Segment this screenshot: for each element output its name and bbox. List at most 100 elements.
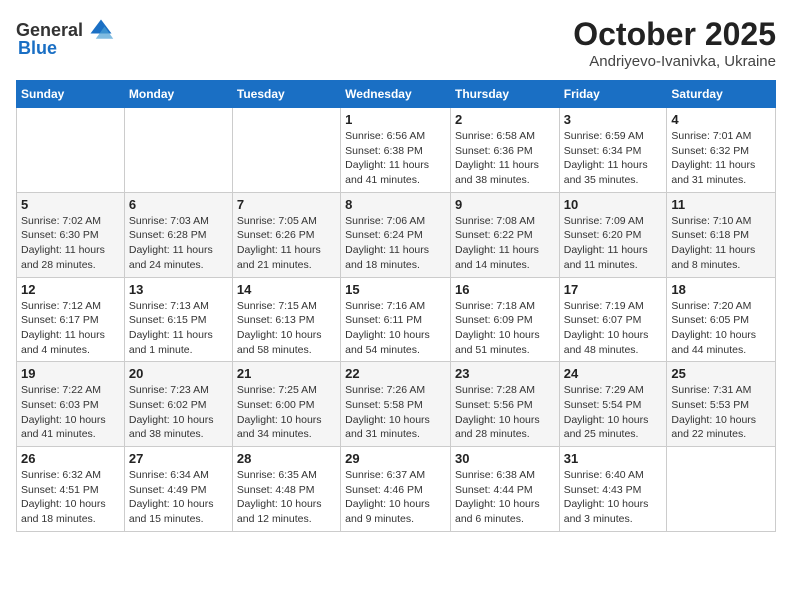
- calendar-cell: 6 Sunrise: 7:03 AMSunset: 6:28 PMDaylight…: [124, 192, 232, 277]
- day-info: Sunrise: 7:22 AMSunset: 6:03 PMDaylight:…: [21, 383, 120, 442]
- day-info: Sunrise: 7:12 AMSunset: 6:17 PMDaylight:…: [21, 299, 120, 358]
- day-info: Sunrise: 6:40 AMSunset: 4:43 PMDaylight:…: [564, 468, 663, 527]
- day-number: 16: [455, 282, 555, 297]
- calendar-cell: 9 Sunrise: 7:08 AMSunset: 6:22 PMDaylight…: [450, 192, 559, 277]
- weekday-header: Tuesday: [232, 81, 340, 108]
- day-number: 3: [564, 112, 663, 127]
- day-number: 22: [345, 366, 446, 381]
- weekday-header: Monday: [124, 81, 232, 108]
- calendar-cell: [667, 447, 776, 532]
- day-number: 1: [345, 112, 446, 127]
- day-info: Sunrise: 7:08 AMSunset: 6:22 PMDaylight:…: [455, 214, 555, 273]
- calendar-cell: 8 Sunrise: 7:06 AMSunset: 6:24 PMDaylight…: [341, 192, 451, 277]
- day-info: Sunrise: 7:09 AMSunset: 6:20 PMDaylight:…: [564, 214, 663, 273]
- calendar-cell: 14 Sunrise: 7:15 AMSunset: 6:13 PMDayligh…: [232, 277, 340, 362]
- weekday-header: Sunday: [17, 81, 125, 108]
- calendar-table: SundayMondayTuesdayWednesdayThursdayFrid…: [16, 80, 776, 532]
- calendar-week-row: 12 Sunrise: 7:12 AMSunset: 6:17 PMDayligh…: [17, 277, 776, 362]
- calendar-cell: 3 Sunrise: 6:59 AMSunset: 6:34 PMDaylight…: [559, 108, 667, 193]
- day-number: 8: [345, 197, 446, 212]
- day-info: Sunrise: 7:01 AMSunset: 6:32 PMDaylight:…: [671, 129, 771, 188]
- day-number: 21: [237, 366, 336, 381]
- day-info: Sunrise: 7:31 AMSunset: 5:53 PMDaylight:…: [671, 383, 771, 442]
- day-info: Sunrise: 6:58 AMSunset: 6:36 PMDaylight:…: [455, 129, 555, 188]
- calendar-week-row: 1 Sunrise: 6:56 AMSunset: 6:38 PMDaylight…: [17, 108, 776, 193]
- day-number: 5: [21, 197, 120, 212]
- day-number: 12: [21, 282, 120, 297]
- day-number: 24: [564, 366, 663, 381]
- day-number: 29: [345, 451, 446, 466]
- day-number: 6: [129, 197, 228, 212]
- day-info: Sunrise: 6:35 AMSunset: 4:48 PMDaylight:…: [237, 468, 336, 527]
- calendar-cell: 30 Sunrise: 6:38 AMSunset: 4:44 PMDayligh…: [450, 447, 559, 532]
- weekday-header-row: SundayMondayTuesdayWednesdayThursdayFrid…: [17, 81, 776, 108]
- weekday-header: Friday: [559, 81, 667, 108]
- calendar-cell: 27 Sunrise: 6:34 AMSunset: 4:49 PMDayligh…: [124, 447, 232, 532]
- day-info: Sunrise: 6:38 AMSunset: 4:44 PMDaylight:…: [455, 468, 555, 527]
- calendar-cell: 7 Sunrise: 7:05 AMSunset: 6:26 PMDaylight…: [232, 192, 340, 277]
- day-number: 10: [564, 197, 663, 212]
- calendar-cell: 31 Sunrise: 6:40 AMSunset: 4:43 PMDayligh…: [559, 447, 667, 532]
- day-info: Sunrise: 7:03 AMSunset: 6:28 PMDaylight:…: [129, 214, 228, 273]
- day-info: Sunrise: 7:19 AMSunset: 6:07 PMDaylight:…: [564, 299, 663, 358]
- day-number: 23: [455, 366, 555, 381]
- day-info: Sunrise: 7:02 AMSunset: 6:30 PMDaylight:…: [21, 214, 120, 273]
- calendar-cell: 17 Sunrise: 7:19 AMSunset: 6:07 PMDayligh…: [559, 277, 667, 362]
- calendar-cell: 10 Sunrise: 7:09 AMSunset: 6:20 PMDayligh…: [559, 192, 667, 277]
- calendar-cell: 12 Sunrise: 7:12 AMSunset: 6:17 PMDayligh…: [17, 277, 125, 362]
- calendar-week-row: 26 Sunrise: 6:32 AMSunset: 4:51 PMDayligh…: [17, 447, 776, 532]
- day-info: Sunrise: 6:59 AMSunset: 6:34 PMDaylight:…: [564, 129, 663, 188]
- calendar-cell: 4 Sunrise: 7:01 AMSunset: 6:32 PMDaylight…: [667, 108, 776, 193]
- title-block: October 2025 Andriyevo-Ivanivka, Ukraine: [573, 16, 776, 70]
- day-number: 26: [21, 451, 120, 466]
- day-number: 28: [237, 451, 336, 466]
- logo-icon: [87, 16, 115, 44]
- day-info: Sunrise: 7:10 AMSunset: 6:18 PMDaylight:…: [671, 214, 771, 273]
- day-number: 13: [129, 282, 228, 297]
- weekday-header: Wednesday: [341, 81, 451, 108]
- day-info: Sunrise: 6:34 AMSunset: 4:49 PMDaylight:…: [129, 468, 228, 527]
- calendar-cell: 1 Sunrise: 6:56 AMSunset: 6:38 PMDaylight…: [341, 108, 451, 193]
- calendar-cell: 21Sunrise: 7:25 AMSunset: 6:00 PMDayligh…: [232, 362, 340, 447]
- calendar-cell: 5 Sunrise: 7:02 AMSunset: 6:30 PMDaylight…: [17, 192, 125, 277]
- day-number: 30: [455, 451, 555, 466]
- calendar-cell: 20Sunrise: 7:23 AMSunset: 6:02 PMDayligh…: [124, 362, 232, 447]
- day-info: Sunrise: 7:18 AMSunset: 6:09 PMDaylight:…: [455, 299, 555, 358]
- calendar-cell: 23Sunrise: 7:28 AMSunset: 5:56 PMDayligh…: [450, 362, 559, 447]
- day-number: 19: [21, 366, 120, 381]
- day-info: Sunrise: 6:56 AMSunset: 6:38 PMDaylight:…: [345, 129, 446, 188]
- calendar-week-row: 19 Sunrise: 7:22 AMSunset: 6:03 PMDayligh…: [17, 362, 776, 447]
- calendar-cell: 24Sunrise: 7:29 AMSunset: 5:54 PMDayligh…: [559, 362, 667, 447]
- day-info: Sunrise: 7:13 AMSunset: 6:15 PMDaylight:…: [129, 299, 228, 358]
- calendar-cell: [17, 108, 125, 193]
- day-number: 20: [129, 366, 228, 381]
- day-number: 7: [237, 197, 336, 212]
- day-info: Sunrise: 7:06 AMSunset: 6:24 PMDaylight:…: [345, 214, 446, 273]
- calendar-cell: 26 Sunrise: 6:32 AMSunset: 4:51 PMDayligh…: [17, 447, 125, 532]
- logo-blue: Blue: [18, 38, 57, 59]
- calendar-week-row: 5 Sunrise: 7:02 AMSunset: 6:30 PMDaylight…: [17, 192, 776, 277]
- location: Andriyevo-Ivanivka, Ukraine: [573, 53, 776, 70]
- calendar-cell: 29Sunrise: 6:37 AMSunset: 4:46 PMDayligh…: [341, 447, 451, 532]
- day-number: 27: [129, 451, 228, 466]
- page-header: General Blue October 2025 Andriyevo-Ivan…: [16, 16, 776, 70]
- day-info: Sunrise: 7:05 AMSunset: 6:26 PMDaylight:…: [237, 214, 336, 273]
- calendar-cell: 22Sunrise: 7:26 AMSunset: 5:58 PMDayligh…: [341, 362, 451, 447]
- day-number: 25: [671, 366, 771, 381]
- day-number: 14: [237, 282, 336, 297]
- day-number: 31: [564, 451, 663, 466]
- calendar-cell: 15Sunrise: 7:16 AMSunset: 6:11 PMDayligh…: [341, 277, 451, 362]
- day-number: 9: [455, 197, 555, 212]
- day-number: 4: [671, 112, 771, 127]
- day-info: Sunrise: 7:20 AMSunset: 6:05 PMDaylight:…: [671, 299, 771, 358]
- calendar-cell: 2Sunrise: 6:58 AMSunset: 6:36 PMDaylight…: [450, 108, 559, 193]
- day-number: 18: [671, 282, 771, 297]
- day-info: Sunrise: 6:32 AMSunset: 4:51 PMDaylight:…: [21, 468, 120, 527]
- day-number: 17: [564, 282, 663, 297]
- day-number: 11: [671, 197, 771, 212]
- day-info: Sunrise: 7:16 AMSunset: 6:11 PMDaylight:…: [345, 299, 446, 358]
- calendar-cell: [232, 108, 340, 193]
- calendar-cell: 18 Sunrise: 7:20 AMSunset: 6:05 PMDayligh…: [667, 277, 776, 362]
- day-info: Sunrise: 7:15 AMSunset: 6:13 PMDaylight:…: [237, 299, 336, 358]
- calendar-cell: 16 Sunrise: 7:18 AMSunset: 6:09 PMDayligh…: [450, 277, 559, 362]
